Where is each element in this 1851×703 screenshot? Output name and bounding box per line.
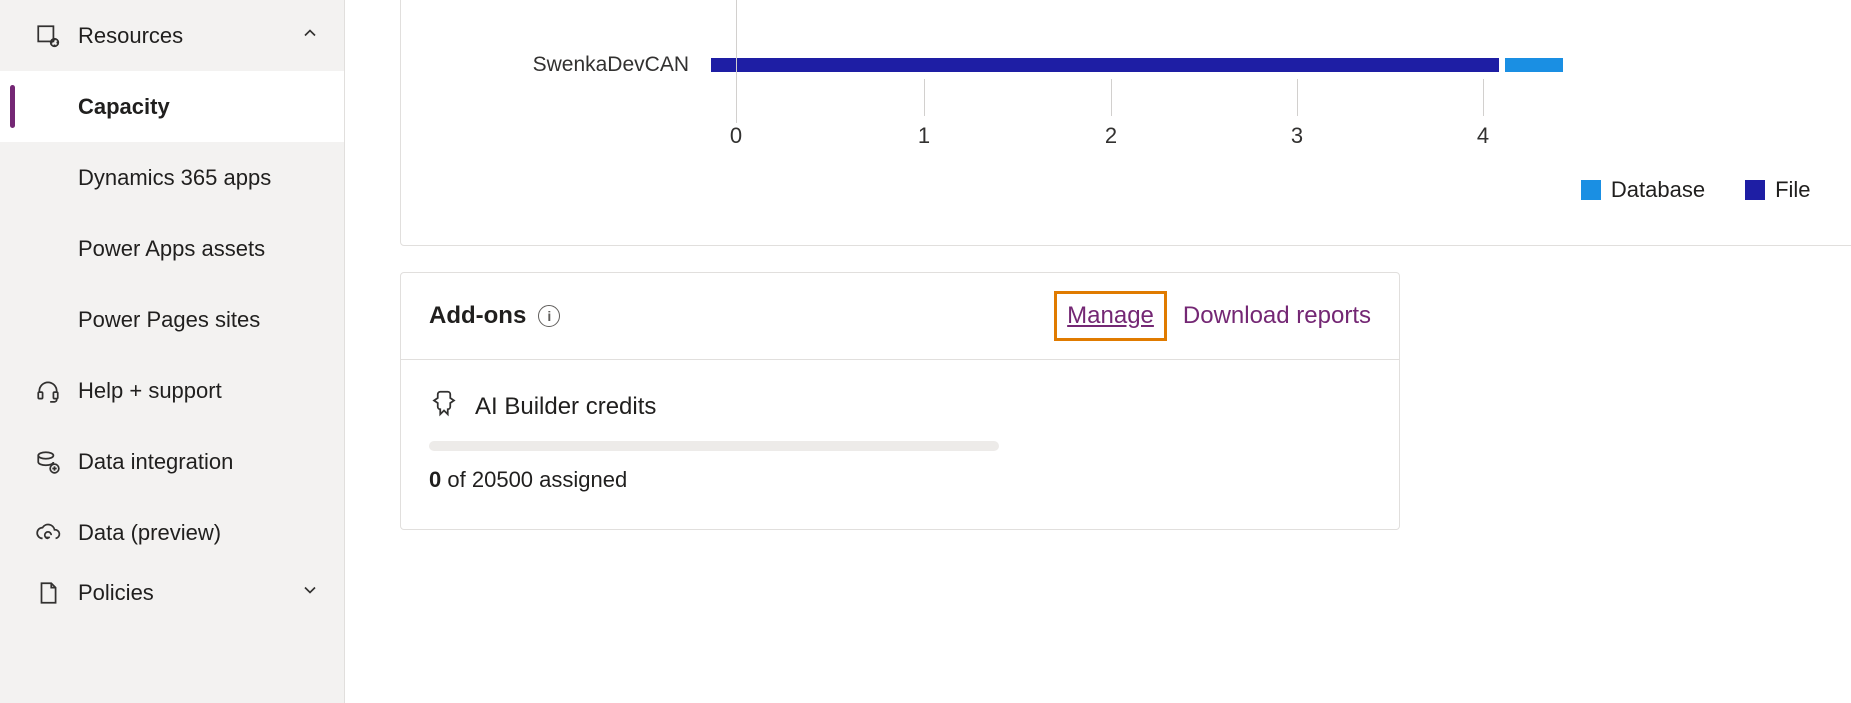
- sidebar-item-powerpages[interactable]: Power Pages sites: [0, 284, 344, 355]
- addons-card: Add-ons i Manage Download reports AI Bui…: [400, 272, 1400, 530]
- sidebar-item-data-preview[interactable]: Data (preview): [0, 497, 344, 568]
- sidebar-item-help[interactable]: Help + support: [0, 355, 344, 426]
- sidebar-item-data-integration[interactable]: Data integration: [0, 426, 344, 497]
- assigned-value: 0: [429, 467, 441, 492]
- axis-tick: 0: [730, 123, 742, 149]
- chart-category-label: SwenkaDevCAN: [401, 53, 711, 77]
- legend-item-database: Database: [1581, 177, 1705, 203]
- swatch-file: [1745, 180, 1765, 200]
- resources-icon: [34, 22, 62, 50]
- addons-header: Add-ons i Manage Download reports: [401, 273, 1399, 360]
- chevron-up-icon: [300, 23, 320, 49]
- sidebar-item-resources[interactable]: Resources: [0, 0, 344, 71]
- bar-file: [711, 58, 1499, 72]
- chevron-down-icon: [300, 580, 320, 606]
- ai-builder-title: AI Builder credits: [475, 393, 656, 421]
- axis-tick: 3: [1291, 123, 1303, 149]
- legend-label: Database: [1611, 177, 1705, 203]
- main-content: Microsoft Supply Chain Center… SwenkaDev…: [345, 0, 1851, 703]
- sidebar-item-label: Help + support: [78, 378, 222, 404]
- axis-tick: 4: [1477, 123, 1489, 149]
- sidebar-item-policies[interactable]: Policies: [0, 568, 344, 618]
- addons-title: Add-ons: [429, 302, 526, 330]
- download-reports-link[interactable]: Download reports: [1183, 302, 1371, 330]
- sidebar-item-label: Data (preview): [78, 520, 221, 546]
- storage-chart-card: Microsoft Supply Chain Center… SwenkaDev…: [400, 0, 1851, 246]
- manage-link[interactable]: Manage: [1054, 291, 1167, 341]
- sidebar-item-capacity[interactable]: Capacity: [0, 71, 344, 142]
- sidebar-item-label: Dynamics 365 apps: [78, 165, 271, 191]
- sidebar-item-label: Power Pages sites: [78, 307, 260, 333]
- headset-icon: [34, 377, 62, 405]
- axis-tick: 1: [918, 123, 930, 149]
- sidebar-item-powerapps[interactable]: Power Apps assets: [0, 213, 344, 284]
- sidebar-item-label: Resources: [78, 23, 183, 49]
- ai-builder-assigned-text: 0 of 20500 assigned: [429, 467, 1371, 493]
- sidebar-item-label: Data integration: [78, 449, 233, 475]
- legend-label: File: [1775, 177, 1810, 203]
- assigned-total: 20500: [472, 467, 533, 492]
- ai-builder-progress: [429, 441, 999, 451]
- sidebar: Resources Capacity Dynamics 365 apps Pow…: [0, 0, 345, 703]
- legend-item-file: File: [1745, 177, 1810, 203]
- sidebar-item-label: Policies: [78, 580, 154, 606]
- sidebar-item-label: Capacity: [78, 94, 170, 120]
- document-icon: [34, 579, 62, 607]
- sidebar-item-dynamics[interactable]: Dynamics 365 apps: [0, 142, 344, 213]
- cloud-sync-icon: [34, 519, 62, 547]
- axis-tick: 2: [1105, 123, 1117, 149]
- swatch-database: [1581, 180, 1601, 200]
- info-icon[interactable]: i: [538, 305, 560, 327]
- chart-legend: Database File Lo: [401, 171, 1851, 221]
- chart-row: SwenkaDevCAN: [401, 39, 1851, 91]
- sidebar-item-label: Power Apps assets: [78, 236, 265, 262]
- ai-builder-icon: [429, 388, 459, 425]
- x-axis: 0 1 2 3 4: [711, 91, 1851, 171]
- chart-bar: [711, 39, 1851, 91]
- bar-database: [1505, 58, 1563, 72]
- database-icon: [34, 448, 62, 476]
